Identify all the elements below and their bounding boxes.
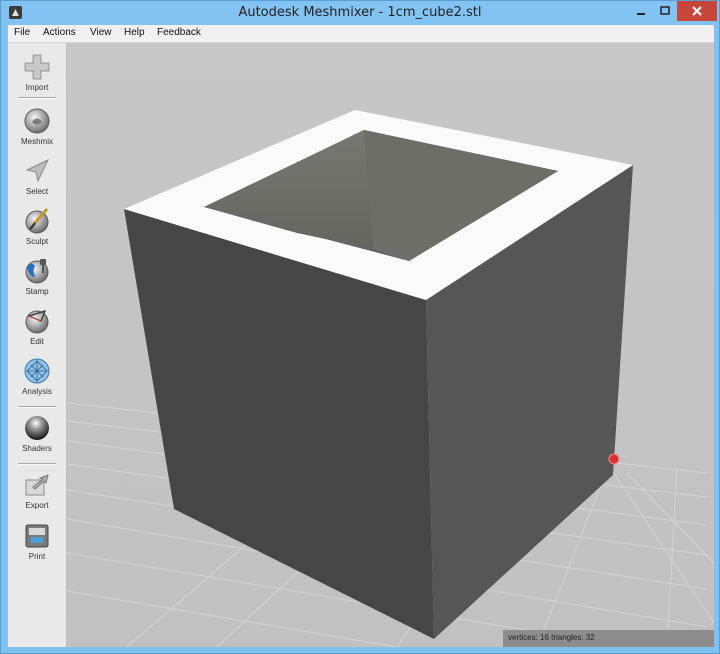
scene-canvas[interactable] bbox=[67, 43, 714, 647]
edit-label: Edit bbox=[30, 337, 44, 346]
meshmix-button[interactable]: Meshmix bbox=[8, 107, 66, 155]
toolbar-divider bbox=[18, 463, 56, 465]
maximize-icon bbox=[660, 6, 670, 15]
menu-bar: File Actions View Help Feedback bbox=[8, 25, 714, 43]
export-icon bbox=[25, 474, 49, 496]
shaders-button[interactable]: Shaders bbox=[8, 414, 66, 462]
sculpt-label: Sculpt bbox=[25, 237, 49, 246]
close-icon bbox=[692, 6, 702, 16]
meshmix-icon bbox=[24, 108, 50, 134]
status-bar: vertices: 16 triangles: 32 bbox=[503, 630, 714, 647]
sculpt-button[interactable]: Sculpt bbox=[8, 207, 66, 255]
toolbar-divider bbox=[18, 406, 56, 408]
maximize-button[interactable] bbox=[653, 1, 677, 21]
app-window: Autodesk Meshmixer - 1cm_cube2.stl File … bbox=[0, 0, 720, 654]
menu-view[interactable]: View bbox=[90, 27, 112, 38]
analysis-label: Analysis bbox=[22, 387, 52, 396]
title-bar[interactable]: Autodesk Meshmixer - 1cm_cube2.stl bbox=[1, 1, 719, 25]
analysis-button[interactable]: Analysis bbox=[8, 357, 66, 405]
mesh-stats: vertices: 16 triangles: 32 bbox=[508, 633, 595, 642]
select-arrow-icon bbox=[25, 158, 50, 183]
import-label: Import bbox=[25, 83, 49, 92]
3d-viewport[interactable]: vertices: 16 triangles: 32 bbox=[67, 43, 714, 647]
printer-icon bbox=[25, 524, 49, 548]
plus-icon bbox=[24, 54, 50, 80]
menu-feedback[interactable]: Feedback bbox=[157, 27, 201, 38]
tool-palette: Import Meshmix Select Sculpt Stamp Edit … bbox=[8, 43, 67, 647]
edit-icon bbox=[25, 310, 49, 334]
close-button[interactable] bbox=[677, 1, 717, 21]
window-title: Autodesk Meshmixer - 1cm_cube2.stl bbox=[238, 5, 482, 20]
menu-file[interactable]: File bbox=[14, 27, 30, 38]
print-button[interactable]: Print bbox=[8, 522, 66, 570]
select-label: Select bbox=[25, 187, 49, 196]
meshmix-label: Meshmix bbox=[20, 137, 53, 146]
print-label: Print bbox=[28, 552, 46, 561]
shaders-label: Shaders bbox=[22, 444, 52, 453]
edit-button[interactable]: Edit bbox=[8, 307, 66, 355]
export-button[interactable]: Export bbox=[8, 471, 66, 519]
stamp-icon bbox=[25, 259, 49, 284]
select-button[interactable]: Select bbox=[8, 157, 66, 205]
pivot-marker[interactable] bbox=[608, 453, 620, 465]
stamp-label: Stamp bbox=[25, 287, 49, 296]
import-button[interactable]: Import bbox=[8, 53, 66, 101]
menu-help[interactable]: Help bbox=[124, 27, 145, 38]
analysis-icon bbox=[24, 358, 50, 384]
menu-actions[interactable]: Actions bbox=[43, 27, 76, 38]
minimize-button[interactable] bbox=[629, 1, 653, 21]
sculpt-brush-icon bbox=[25, 208, 49, 234]
export-label: Export bbox=[25, 501, 49, 510]
toolbar-divider bbox=[18, 97, 56, 99]
shaders-icon bbox=[25, 416, 49, 440]
stamp-button[interactable]: Stamp bbox=[8, 257, 66, 305]
minimize-icon bbox=[637, 13, 645, 15]
